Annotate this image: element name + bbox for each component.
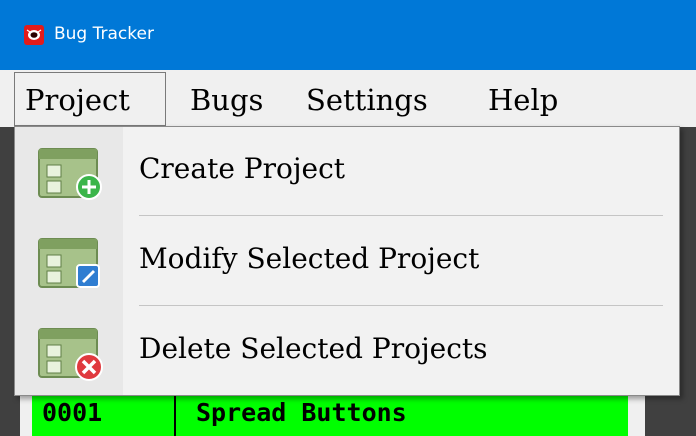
menu-item-modify-project[interactable]: Modify Selected Project (15, 217, 679, 303)
column-divider (174, 396, 176, 436)
menu-project-label: Project (25, 83, 130, 117)
table-row[interactable]: 0001 Spread Buttons (32, 396, 628, 436)
delete-project-icon (38, 328, 103, 381)
project-dropdown-menu: Create Project Modify Selected Project D… (14, 126, 680, 396)
menu-separator (139, 305, 663, 306)
bug-app-icon (24, 25, 44, 45)
title-bar: Bug Tracker (0, 0, 696, 70)
window-title: Bug Tracker (54, 24, 154, 44)
menu-item-create-project[interactable]: Create Project (15, 127, 679, 213)
menu-help[interactable]: Help (488, 83, 558, 117)
menu-item-delete-projects[interactable]: Delete Selected Projects (15, 307, 679, 393)
menu-project[interactable]: Project (14, 72, 166, 126)
modify-project-icon (38, 238, 100, 288)
row-name: Spread Buttons (196, 398, 407, 427)
row-id: 0001 (42, 398, 103, 427)
menu-settings[interactable]: Settings (306, 83, 428, 117)
create-project-icon (38, 148, 102, 200)
menu-item-label: Delete Selected Projects (139, 332, 488, 365)
menu-item-label: Create Project (139, 152, 346, 185)
menu-bugs[interactable]: Bugs (190, 83, 263, 117)
menu-item-label: Modify Selected Project (139, 242, 480, 275)
menu-separator (139, 215, 663, 216)
